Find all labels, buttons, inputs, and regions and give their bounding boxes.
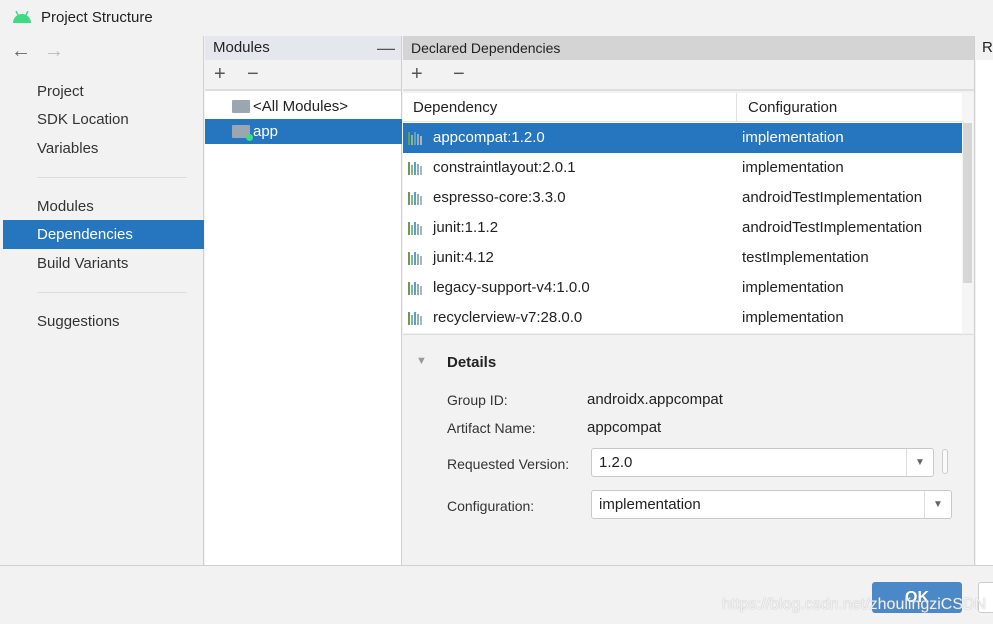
sidebar-item-dependencies[interactable]: Dependencies: [3, 220, 204, 249]
dependency-name: appcompat:1.2.0: [433, 129, 545, 146]
group-id-value: androidx.appcompat: [587, 391, 723, 408]
column-header-configuration[interactable]: Configuration: [737, 93, 962, 122]
scrollbar-thumb[interactable]: [963, 123, 972, 283]
folder-icon: [232, 100, 250, 113]
module-folder-icon: [232, 125, 253, 141]
library-icon: [408, 282, 424, 295]
table-row[interactable]: appcompat:1.2.0 implementation: [403, 123, 962, 153]
remove-module-button[interactable]: −: [247, 63, 259, 86]
configuration-combo[interactable]: implementation ▼: [591, 490, 952, 519]
module-item-app[interactable]: app: [205, 119, 402, 144]
column-header-dependency[interactable]: Dependency: [403, 93, 737, 122]
footer: OK https://blog.csdn.net/zhoulingziCSDN: [0, 565, 993, 624]
artifact-name-value: appcompat: [587, 419, 662, 436]
library-icon: [408, 252, 424, 265]
table-row[interactable]: espresso-core:3.3.0 androidTestImplementa…: [403, 183, 962, 213]
configuration-value: implementation: [599, 496, 701, 513]
dependency-configuration: implementation: [742, 129, 844, 146]
dependency-configuration: androidTestImplementation: [742, 219, 923, 236]
module-label: app: [253, 123, 279, 140]
title-bar: Project Structure: [0, 0, 993, 36]
sidebar-item-sdk-location[interactable]: SDK Location: [3, 105, 204, 134]
modules-header: Modules —: [205, 36, 401, 60]
forward-arrow-icon[interactable]: →: [44, 40, 64, 63]
add-module-button[interactable]: +: [214, 63, 226, 86]
table-row[interactable]: junit:1.1.2 androidTestImplementation: [403, 213, 962, 243]
table-row[interactable]: recyclerview-v7:28.0.0 implementation: [403, 303, 962, 333]
dependency-name: junit:4.12: [433, 249, 494, 266]
details-section: ▼ Details Group ID: androidx.appcompat A…: [403, 334, 975, 565]
library-icon: [408, 222, 424, 235]
dependency-configuration: testImplementation: [742, 249, 869, 266]
dropdown-arrow-icon[interactable]: ▼: [906, 449, 933, 476]
requested-version-label: Requested Version:: [447, 456, 570, 472]
right-panel: R: [976, 36, 993, 565]
library-icon: [408, 162, 424, 175]
configuration-label: Configuration:: [447, 498, 535, 514]
dependency-name: constraintlayout:2.0.1: [433, 159, 576, 176]
modules-panel: Modules — + − <All Modules> app: [205, 36, 402, 565]
table-row[interactable]: junit:4.12 testImplementation: [403, 243, 962, 273]
android-icon: [13, 11, 31, 23]
sidebar-item-modules[interactable]: Modules: [3, 192, 204, 221]
modules-title: Modules: [213, 39, 270, 56]
divider: [37, 292, 187, 293]
library-icon: [408, 312, 424, 325]
sidebar: ← → Project SDK Location Variables Modul…: [3, 36, 204, 565]
dependency-name: junit:1.1.2: [433, 219, 499, 236]
right-panel-header: R: [976, 36, 993, 60]
module-item-all[interactable]: <All Modules>: [205, 94, 402, 119]
dependency-configuration: implementation: [742, 279, 844, 296]
module-label: <All Modules>: [253, 98, 349, 115]
requested-version-combo[interactable]: 1.2.0 ▼: [591, 448, 934, 477]
artifact-name-label: Artifact Name:: [447, 420, 536, 436]
dependency-configuration: implementation: [742, 309, 844, 326]
sidebar-item-project[interactable]: Project: [3, 77, 204, 106]
modules-toolbar: + −: [205, 60, 401, 91]
table-row[interactable]: constraintlayout:2.0.1 implementation: [403, 153, 962, 183]
dependency-configuration: androidTestImplementation: [742, 189, 923, 206]
collapse-triangle-icon[interactable]: ▼: [416, 355, 427, 367]
add-dependency-button[interactable]: +: [411, 63, 423, 86]
back-arrow-icon[interactable]: ←: [11, 40, 31, 63]
remove-dependency-button[interactable]: −: [453, 63, 465, 86]
table-row[interactable]: legacy-support-v4:1.0.0 implementation: [403, 273, 962, 303]
dependency-configuration: implementation: [742, 159, 844, 176]
dropdown-arrow-icon[interactable]: ▼: [924, 491, 951, 518]
dependencies-toolbar: + −: [403, 60, 974, 91]
divider: [37, 177, 187, 178]
sidebar-item-variables[interactable]: Variables: [3, 134, 204, 163]
group-id-label: Group ID:: [447, 392, 508, 408]
sidebar-item-suggestions[interactable]: Suggestions: [3, 307, 204, 336]
window-title: Project Structure: [41, 9, 153, 26]
dependencies-panel: Declared Dependencies + − Dependency Con…: [403, 36, 975, 565]
library-icon: [408, 192, 424, 205]
table-scrollbar[interactable]: [962, 93, 973, 333]
version-side-handle[interactable]: [942, 449, 948, 474]
collapse-icon[interactable]: —: [377, 36, 395, 60]
library-icon: [408, 132, 424, 145]
dependencies-table: Dependency Configuration appcompat:1.2.0…: [403, 93, 962, 333]
sidebar-item-build-variants[interactable]: Build Variants: [3, 249, 204, 278]
dependency-name: legacy-support-v4:1.0.0: [433, 279, 590, 296]
dependency-name: espresso-core:3.3.0: [433, 189, 566, 206]
dependencies-header: Declared Dependencies: [403, 36, 974, 60]
dependency-name: recyclerview-v7:28.0.0: [433, 309, 583, 326]
requested-version-value: 1.2.0: [599, 454, 633, 471]
details-title: Details: [447, 354, 497, 371]
watermark: https://blog.csdn.net/zhoulingziCSDN: [722, 596, 987, 613]
